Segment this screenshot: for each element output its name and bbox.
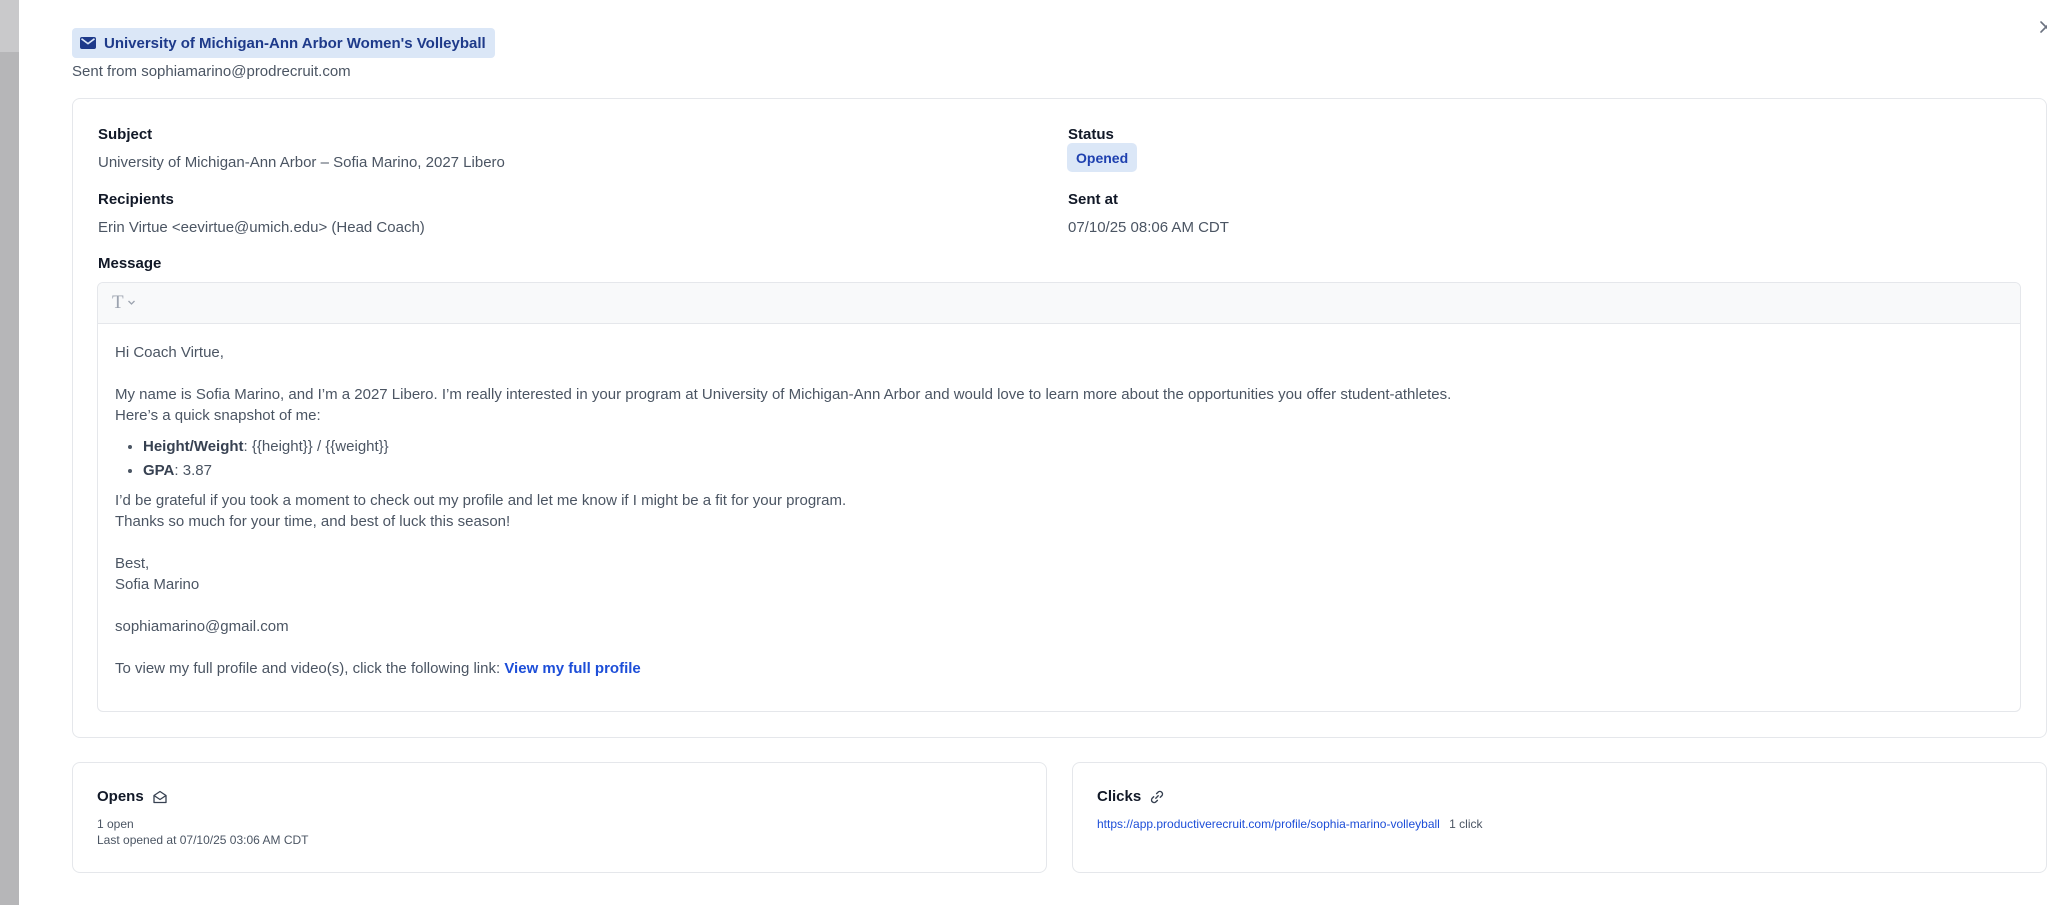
click-count: 1 click [1449,817,1483,831]
editor-toolbar: T [98,283,2020,324]
opens-title-text: Opens [97,788,144,805]
program-title: University of Michigan-Ann Arbor Women's… [104,34,486,52]
status-badge: Opened [1067,143,1138,172]
link-icon [1149,789,1165,805]
clicked-url-link[interactable]: https://app.productiverecruit.com/profil… [1097,817,1440,831]
envelope-open-icon [152,789,168,805]
message-editor: T Hi Coach Virtue, My name is Sofia Mari… [97,282,2021,712]
closing-line-2: Thanks so much for your time, and best o… [115,513,511,530]
sent-at-label: Sent at [1068,191,1119,208]
last-opened-text: Last opened at 07/10/25 03:06 AM CDT [97,833,309,847]
signoff-text: Best, [115,555,150,572]
recipients-value: Erin Virtue <eevirtue@umich.edu> (Head C… [98,219,425,236]
bullet-label: Height/Weight [143,438,244,455]
email-detail-panel: University of Michigan-Ann Arbor Women's… [19,0,2047,905]
opens-count: 1 open [97,817,134,831]
intro-line-1: My name is Sofia Marino, and I’m a 2027 … [115,386,1452,403]
close-icon[interactable] [2037,18,2047,36]
message-label: Message [98,255,162,272]
signature-name: Sofia Marino [115,576,200,593]
profile-prompt-text: To view my full profile and video(s), cl… [115,660,505,677]
mail-icon [80,37,96,49]
bullet-value: : {{height}} / {{weight}} [243,438,389,455]
recipients-label: Recipients [98,191,174,208]
greeting-text: Hi Coach Virtue, [115,344,224,361]
list-item: Height/Weight: {{height}} / {{weight}} [143,435,2003,459]
view-profile-link[interactable]: View my full profile [504,660,640,677]
chevron-down-icon [127,294,136,312]
program-badge: University of Michigan-Ann Arbor Women's… [72,28,495,58]
backdrop-header [0,0,19,52]
text-format-dropdown[interactable]: T [112,292,136,314]
profile-prompt-line: To view my full profile and video(s), cl… [115,658,2003,679]
message-body[interactable]: Hi Coach Virtue, My name is Sofia Marino… [98,324,2020,697]
list-item: GPA: 3.87 [143,459,2003,483]
opens-card: Opens 1 open Last opened at 07/10/25 03:… [72,762,1047,873]
snapshot-list: Height/Weight: {{height}} / {{weight}} G… [143,435,2003,483]
closing-line-1: I’d be grateful if you took a moment to … [115,492,847,509]
opens-title: Opens [97,788,168,805]
bullet-label: GPA [143,462,175,479]
subject-value: University of Michigan-Ann Arbor – Sofia… [98,154,505,171]
text-format-icon: T [112,292,124,313]
intro-line-2: Here’s a quick snapshot of me: [115,407,321,424]
sent-from-text: Sent from sophiamarino@prodrecruit.com [72,63,351,80]
clicks-title: Clicks [1097,788,1165,805]
page-backdrop[interactable] [0,0,19,905]
status-label: Status [1068,126,1114,143]
subject-label: Subject [98,126,153,143]
click-row: https://app.productiverecruit.com/profil… [1097,817,1483,831]
sent-at-value: 07/10/25 08:06 AM CDT [1068,219,1229,236]
clicks-card: Clicks https://app.productiverecruit.com… [1072,762,2047,873]
signature-email: sophiamarino@gmail.com [115,618,289,635]
clicks-title-text: Clicks [1097,788,1142,805]
bullet-value: : 3.87 [174,462,212,479]
